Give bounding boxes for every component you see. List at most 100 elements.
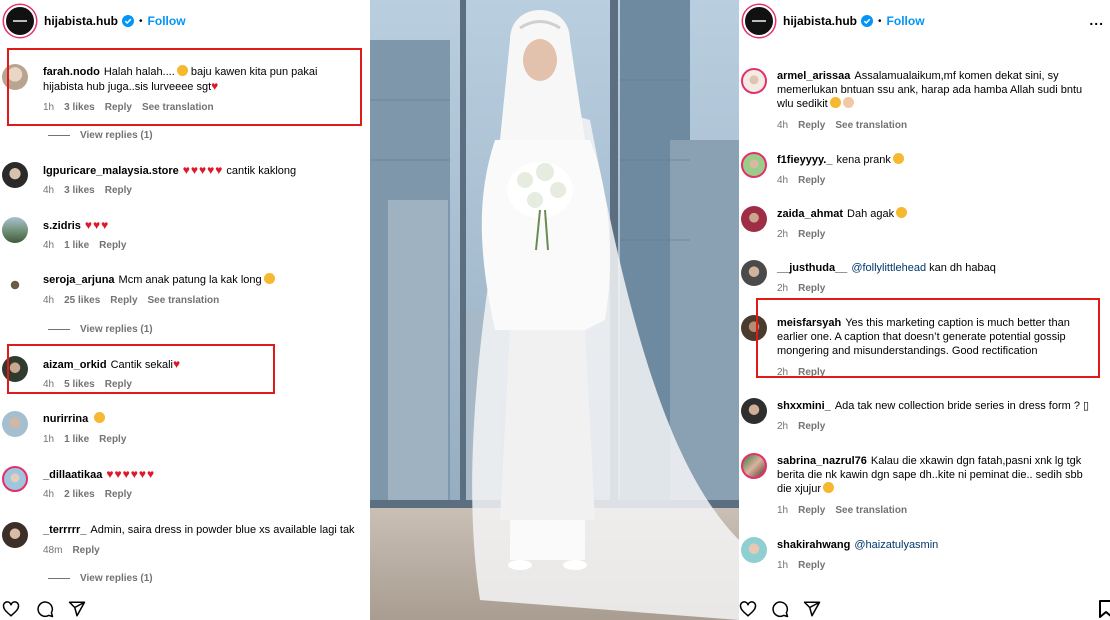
comment-bubble-icon[interactable] xyxy=(36,600,54,618)
comment-text: Dah agak xyxy=(847,208,895,220)
comment-text-line3: die xjujur xyxy=(777,483,822,495)
comment-mention[interactable]: @haizatulyasmin xyxy=(854,539,938,551)
account-avatar[interactable] xyxy=(4,5,36,37)
comment-time: 2h xyxy=(777,283,789,294)
reply-button[interactable]: Reply xyxy=(798,505,825,516)
bride-photo-image xyxy=(370,0,739,620)
account-avatar[interactable] xyxy=(743,5,775,37)
see-translation-button[interactable]: See translation xyxy=(148,295,220,306)
laughing-emoji-icon xyxy=(892,153,904,164)
comment-text: kan dh habaq xyxy=(926,262,996,274)
comment-username[interactable]: __justhuda__ xyxy=(777,262,847,274)
comment-username[interactable]: _terrrrr_ xyxy=(43,524,86,536)
comment-time: 4h xyxy=(43,185,55,196)
red-hearts-icon: ♥♥♥♥♥♥ xyxy=(106,467,156,481)
comment-avatar[interactable] xyxy=(2,411,28,437)
comment-time: 48m xyxy=(43,545,63,556)
reply-button[interactable]: Reply xyxy=(798,175,825,186)
view-replies-button[interactable]: View replies (1) xyxy=(48,573,153,584)
comment-text-line3: wlu sedikit xyxy=(777,98,828,110)
comment-likes[interactable]: 2 likes xyxy=(64,489,95,500)
see-translation-button[interactable]: See translation xyxy=(835,505,907,516)
more-options-icon[interactable]: ... xyxy=(1089,12,1104,28)
highlight-box xyxy=(7,48,362,126)
see-translation-button[interactable]: See translation xyxy=(835,120,907,131)
reply-button[interactable]: Reply xyxy=(99,240,126,251)
view-replies-button[interactable]: View replies (1) xyxy=(48,130,153,141)
comment-avatar[interactable] xyxy=(741,206,767,232)
comment-likes[interactable]: 1 like xyxy=(64,240,89,251)
post-header: hijabista.hub • Follow ... xyxy=(739,0,1110,42)
send-arrow-icon[interactable] xyxy=(803,600,821,618)
comment-time: 4h xyxy=(43,240,55,251)
reply-button[interactable]: Reply xyxy=(798,560,825,571)
send-arrow-icon[interactable] xyxy=(68,600,86,618)
red-hearts-icon: ♥♥♥♥♥ xyxy=(182,163,224,177)
comment-username[interactable]: lgpuricare_malaysia.store xyxy=(43,165,179,177)
comment-username[interactable]: f1fieyyyy._ xyxy=(777,154,832,166)
comment-time: 2h xyxy=(777,421,789,432)
comment-avatar[interactable] xyxy=(741,453,767,479)
comment-username[interactable]: armel_arissaa xyxy=(777,70,850,82)
laughing-emoji-icon xyxy=(896,207,908,218)
reply-button[interactable]: Reply xyxy=(798,283,825,294)
comment-username[interactable]: sabrina_nazrul76 xyxy=(777,455,867,467)
comment-username[interactable]: s.zidris xyxy=(43,220,81,232)
comment-username[interactable]: shxxmini_ xyxy=(777,400,831,412)
comment-username[interactable]: zaida_ahmat xyxy=(777,208,843,220)
comment-avatar[interactable] xyxy=(2,466,28,492)
verified-badge-icon xyxy=(122,15,135,27)
comment-time: 1h xyxy=(43,434,55,445)
comment-username[interactable]: shakirahwang xyxy=(777,539,850,551)
reply-button[interactable]: Reply xyxy=(798,421,825,432)
comment-time: 4h xyxy=(777,120,789,131)
reply-button[interactable]: Reply xyxy=(798,229,825,240)
account-handle[interactable]: hijabista.hub xyxy=(44,14,118,28)
comment-avatar[interactable] xyxy=(741,260,767,286)
heart-eyes-emoji-icon xyxy=(94,412,106,423)
reply-button[interactable]: Reply xyxy=(110,295,137,306)
comment-avatar[interactable] xyxy=(2,217,28,243)
comment-avatar[interactable] xyxy=(741,537,767,563)
comment-time: 4h xyxy=(777,175,789,186)
reply-button[interactable]: Reply xyxy=(72,545,99,556)
comment-time: 1h xyxy=(777,560,789,571)
comment-username[interactable]: seroja_arjuna xyxy=(43,274,115,286)
highlight-box xyxy=(7,344,275,394)
account-handle[interactable]: hijabista.hub xyxy=(783,14,857,28)
reply-button[interactable]: Reply xyxy=(105,185,132,196)
comment-text: cantik kaklong xyxy=(223,165,297,177)
comment-username[interactable]: _dillaatikaa xyxy=(43,469,102,481)
reply-button[interactable]: Reply xyxy=(105,489,132,500)
view-replies-button[interactable]: View replies (1) xyxy=(48,324,153,335)
follow-button[interactable]: Follow xyxy=(148,14,186,28)
comment-likes[interactable]: 3 likes xyxy=(64,185,95,196)
comment-mention[interactable]: @follylittlehead xyxy=(851,262,926,274)
post-photo xyxy=(370,0,739,620)
comment-avatar[interactable] xyxy=(2,162,28,188)
heart-outline-icon[interactable] xyxy=(739,600,757,618)
comment-text-line2: memerlukan bntuan ssu ank, harap ada ham… xyxy=(777,84,1083,96)
comment-bubble-icon[interactable] xyxy=(771,600,789,618)
comment-avatar[interactable] xyxy=(741,152,767,178)
heart-outline-icon[interactable] xyxy=(2,600,20,618)
reply-button[interactable]: Reply xyxy=(798,120,825,131)
comment-time: 2h xyxy=(777,229,789,240)
follow-button[interactable]: Follow xyxy=(887,14,925,28)
comment-likes[interactable]: 25 likes xyxy=(64,295,100,306)
comment-text: Ada tak new collection bride series in d… xyxy=(834,400,1090,412)
comment-likes[interactable]: 1 like xyxy=(64,434,89,445)
verified-badge-icon xyxy=(861,15,874,27)
bookmark-icon[interactable] xyxy=(1099,600,1110,618)
heart-eyes-emoji-icon xyxy=(263,273,275,284)
comment-avatar[interactable] xyxy=(2,522,28,548)
action-bar xyxy=(0,594,370,620)
comment-time: 4h xyxy=(43,489,55,500)
comment-avatar[interactable] xyxy=(741,68,767,94)
separator-dot: • xyxy=(878,15,882,27)
reply-button[interactable]: Reply xyxy=(99,434,126,445)
comment-avatar[interactable] xyxy=(741,398,767,424)
comment-avatar[interactable] xyxy=(2,272,28,298)
sad-face-emoji-icon xyxy=(829,97,841,108)
comment-username[interactable]: nurirrina xyxy=(43,413,88,425)
